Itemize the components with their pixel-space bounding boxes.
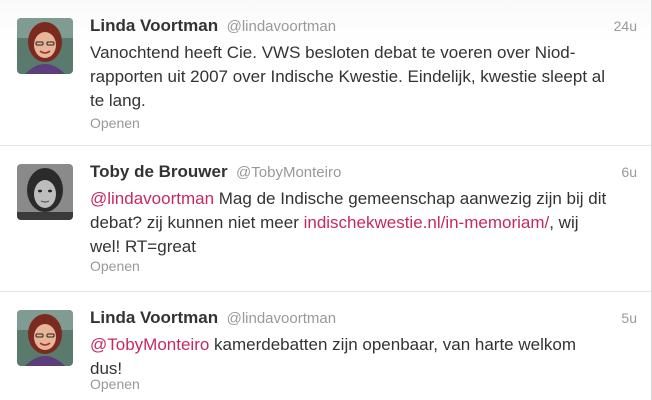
tweet-header: Linda Voortman @lindavoortman 24u xyxy=(90,16,637,38)
mention-link[interactable]: @lindavoortman xyxy=(90,189,214,208)
tweet-header: Toby de Brouwer @TobyMonteiro 6u xyxy=(90,162,637,184)
open-link[interactable]: Openen xyxy=(90,376,140,392)
avatar-image xyxy=(17,164,73,220)
avatar[interactable] xyxy=(17,18,73,74)
avatar[interactable] xyxy=(17,310,73,366)
tweet-text: @lindavoortman Mag de Indische gemeensch… xyxy=(90,187,610,259)
tweet-item[interactable]: Linda Voortman @lindavoortman 24u Vanoch… xyxy=(0,0,651,146)
avatar-image xyxy=(17,18,73,74)
tweet-item[interactable]: Toby de Brouwer @TobyMonteiro 6u @lindav… xyxy=(0,146,651,292)
user-name[interactable]: Linda Voortman xyxy=(90,308,218,327)
avatar[interactable] xyxy=(17,164,73,220)
tweet-header: Linda Voortman @lindavoortman 5u xyxy=(90,308,637,330)
user-handle[interactable]: @TobyMonteiro xyxy=(236,164,341,181)
mention-link[interactable]: @TobyMonteiro xyxy=(90,335,209,354)
tweet-time[interactable]: 24u xyxy=(614,18,637,34)
tweet-time[interactable]: 6u xyxy=(621,164,637,180)
tweet-item[interactable]: Linda Voortman @lindavoortman 5u @TobyMo… xyxy=(0,292,651,400)
user-name[interactable]: Toby de Brouwer xyxy=(90,162,228,181)
tweet-text: Vanochtend heeft Cie. VWS besloten debat… xyxy=(90,43,606,110)
tweet-timeline: Linda Voortman @lindavoortman 24u Vanoch… xyxy=(0,0,652,400)
url-link[interactable]: indischekwestie.nl/in-memoriam/ xyxy=(304,213,550,232)
user-handle[interactable]: @lindavoortman xyxy=(227,310,336,327)
user-name[interactable]: Linda Voortman xyxy=(90,16,218,35)
open-link[interactable]: Openen xyxy=(90,115,140,131)
user-handle[interactable]: @lindavoortman xyxy=(227,18,336,35)
tweet-time[interactable]: 5u xyxy=(621,310,637,326)
avatar-image xyxy=(17,310,73,366)
open-link[interactable]: Openen xyxy=(90,258,140,274)
tweet-text: @TobyMonteiro kamerdebatten zijn openbaa… xyxy=(90,333,610,381)
